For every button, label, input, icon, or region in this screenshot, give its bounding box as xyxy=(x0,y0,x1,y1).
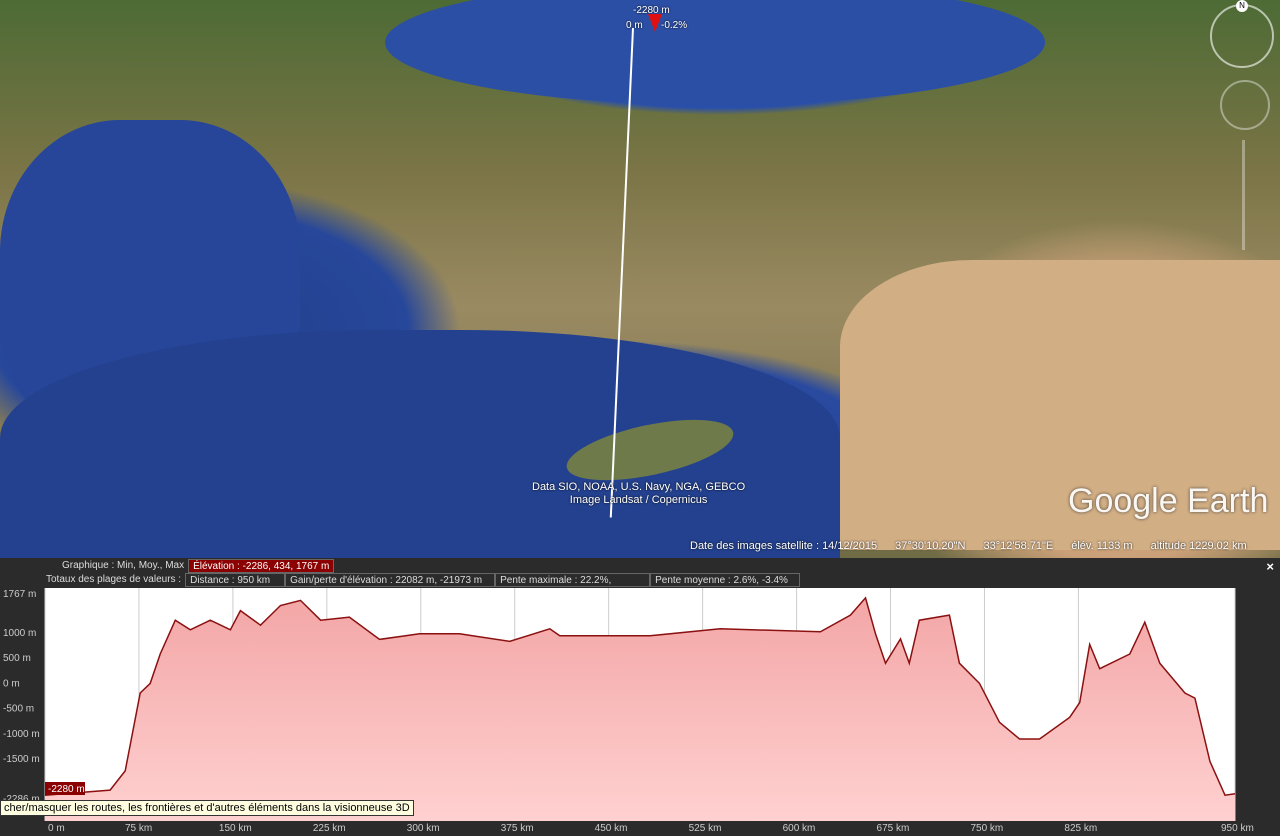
totals-label: Totaux des plages de valeurs : xyxy=(46,574,182,585)
avg-slope-stat[interactable]: Pente moyenne : 2.6%, -3.4% xyxy=(650,573,801,587)
elevation-stat[interactable]: Élévation : -2286, 434, 1767 m xyxy=(188,559,335,573)
look-control-icon[interactable] xyxy=(1220,80,1270,130)
black-sea xyxy=(385,0,1045,105)
tooltip: cher/masquer les routes, les frontières … xyxy=(0,800,414,816)
altitude: altitude 1229.02 km xyxy=(1150,540,1247,552)
imagery-date: Date des images satellite : 14/12/2015 xyxy=(690,540,878,552)
gain-stat[interactable]: Gain/perte d'élévation : 22082 m, -21973… xyxy=(285,573,496,587)
x-tick-label: 0 m xyxy=(48,823,65,834)
marker-distance: 0 m xyxy=(626,20,643,31)
map-3d-viewer[interactable]: -2280 m 0 m -0.2% Data SIO, NOAA, U.S. N… xyxy=(0,0,1280,558)
elevation: élév. 1133 m xyxy=(1071,540,1133,552)
x-tick-label: 950 km xyxy=(1221,823,1254,834)
position-marker-icon xyxy=(648,14,662,32)
y-tick-label: -1500 m xyxy=(3,754,40,765)
distance-stat[interactable]: Distance : 950 km xyxy=(185,573,286,587)
y-tick-label: -500 m xyxy=(3,704,34,715)
x-tick-label: 675 km xyxy=(877,823,910,834)
x-tick-label: 450 km xyxy=(595,823,628,834)
y-tick-label: 0 m xyxy=(3,678,20,689)
y-tick-label: 1767 m xyxy=(3,589,36,600)
north-label: N xyxy=(1236,0,1248,12)
zoom-slider[interactable] xyxy=(1242,140,1245,250)
credit-line: Image Landsat / Copernicus xyxy=(569,494,708,506)
close-icon[interactable]: × xyxy=(1266,559,1274,574)
x-tick-label: 75 km xyxy=(125,823,152,834)
x-tick-label: 600 km xyxy=(783,823,816,834)
elevation-chart[interactable]: 1767 m 1000 m 500 m 0 m -500 m -1000 m -1500 m… xyxy=(0,586,1280,836)
x-tick-label: 225 km xyxy=(313,823,346,834)
marker-slope: -0.2% xyxy=(661,20,688,31)
x-tick-label: 300 km xyxy=(407,823,440,834)
x-tick-label: 150 km xyxy=(219,823,252,834)
longitude: 33°12'58.71"E xyxy=(983,540,1054,552)
x-tick-label: 375 km xyxy=(501,823,534,834)
y-tick-label: 500 m xyxy=(3,653,31,664)
credit-line: Data SIO, NOAA, U.S. Navy, NGA, GEBCO xyxy=(532,481,746,493)
latitude: 37°30'10.20"N xyxy=(895,540,966,552)
data-credits: Data SIO, NOAA, U.S. Navy, NGA, GEBCO Ima… xyxy=(532,481,745,507)
y-tick-label: 1000 m xyxy=(3,628,36,639)
y-tick-label: -1000 m xyxy=(3,729,40,740)
x-tick-label: 525 km xyxy=(689,823,722,834)
google-earth-logo: Google Earth xyxy=(1068,482,1269,520)
compass-icon[interactable]: N xyxy=(1210,0,1274,68)
graph-label: Graphique : Min, Moy., Max xyxy=(62,560,185,571)
max-slope-stat[interactable]: Pente maximale : 22.2%, -21.4% xyxy=(495,573,651,600)
x-tick-label: 825 km xyxy=(1064,823,1097,834)
cursor-label: -2280 m xyxy=(48,784,85,795)
status-bar: Date des images satellite : 14/12/2015 3… xyxy=(690,540,1247,552)
x-tick-label: 750 km xyxy=(970,823,1003,834)
